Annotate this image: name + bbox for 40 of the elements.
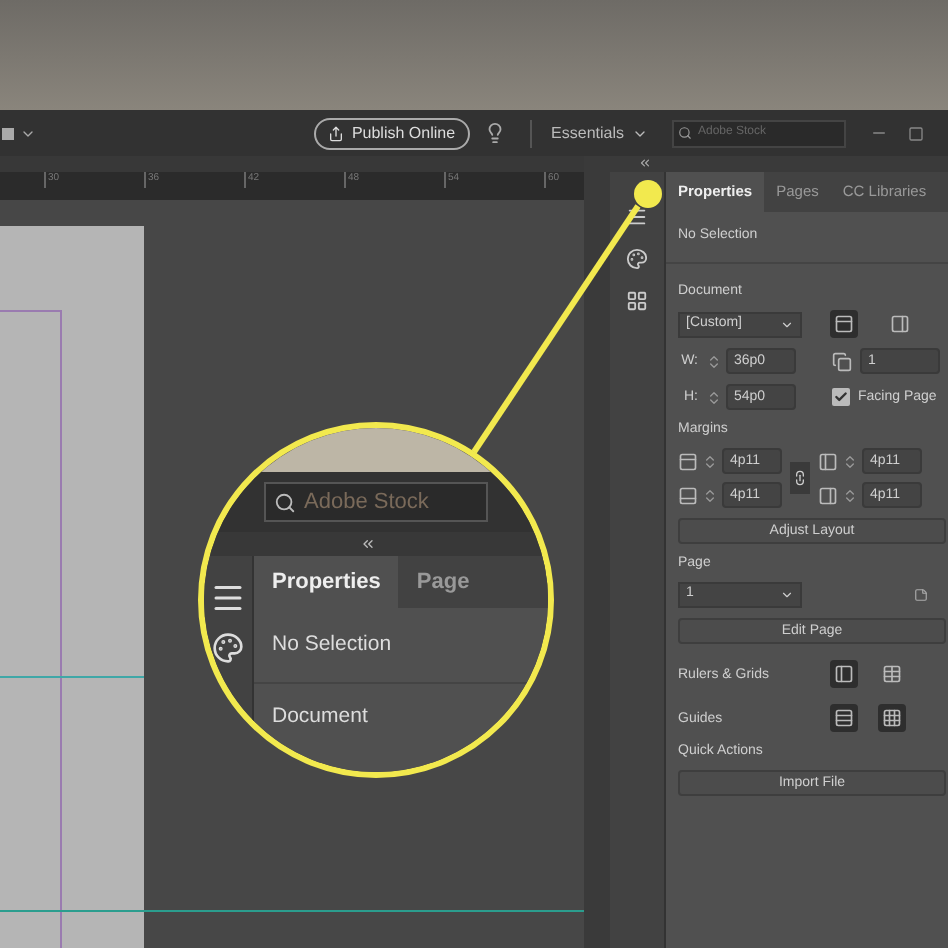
stepper-icon[interactable] [702,485,718,505]
palette-icon[interactable] [212,632,244,664]
search-icon [678,126,692,140]
stepper-icon[interactable] [706,387,722,407]
search-icon [274,491,296,513]
workspace-dropdown[interactable]: Essentials [551,121,648,145]
grid-icon[interactable] [878,660,906,688]
margin-icon [678,451,698,471]
chevron-down-icon [780,317,794,331]
panel-tab[interactable]: Properties [254,556,399,608]
link-icon [792,470,808,486]
chevron-down-icon [780,588,794,602]
guides-icon[interactable] [830,704,858,732]
margin-icon [678,485,698,505]
publish-online-button[interactable]: Publish Online [313,117,470,149]
stepper-icon[interactable] [706,351,722,371]
link-button[interactable] [790,462,810,494]
palette-icon[interactable] [626,248,648,270]
collapse-icon[interactable] [360,536,376,552]
layout-icon[interactable] [2,125,36,141]
maximize-icon[interactable] [908,125,924,141]
grid-icon[interactable] [626,290,648,312]
selection-status: No Selection [270,630,394,660]
landscape-icon[interactable] [886,310,914,338]
collapse-icon[interactable] [638,156,652,170]
pages-icon [832,351,852,371]
page-icon[interactable] [914,588,928,602]
section-heading: Document [270,701,370,732]
share-icon [327,125,344,141]
stepper-icon[interactable] [842,485,858,505]
menu-icon[interactable] [626,206,648,228]
stepper-icon[interactable] [702,451,718,471]
portrait-icon[interactable] [830,310,858,338]
lightbulb-icon[interactable] [483,122,506,144]
menu-icon[interactable] [210,580,246,616]
margin-icon [818,485,838,505]
panel-tab[interactable]: Page [398,556,488,608]
margin-icon [818,451,838,471]
stepper-icon[interactable] [842,451,858,471]
checkbox[interactable] [832,388,850,406]
